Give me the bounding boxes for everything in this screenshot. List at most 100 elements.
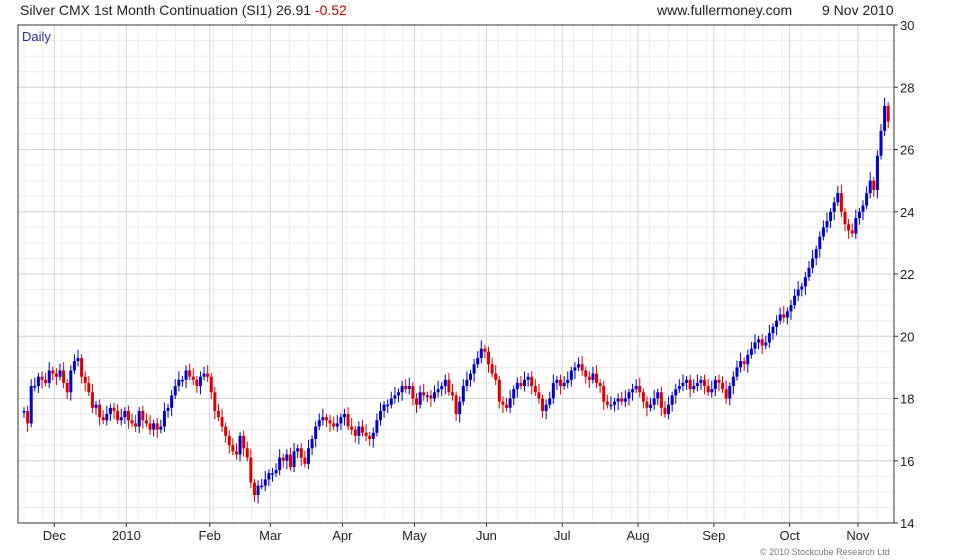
price-bar [36, 376, 40, 387]
price-bar [270, 473, 274, 475]
price-bar [65, 382, 69, 393]
price-bar [134, 423, 138, 427]
price-bar [278, 457, 282, 471]
price-bar [213, 392, 217, 411]
price-bar [811, 258, 815, 268]
price-bar [731, 376, 735, 387]
price-bar [634, 386, 638, 390]
price-bar [116, 410, 120, 421]
price-bar [342, 414, 346, 418]
price-chart: 14 16 18 20 22 24 26 28 30 Dec 2010 Feb Mar Apr May Ju… [17, 18, 914, 543]
price-bar [238, 435, 242, 455]
price-bar [458, 401, 462, 415]
price-bar [245, 448, 249, 458]
price-bar [476, 358, 480, 365]
price-bar [649, 404, 653, 408]
price-bar [872, 180, 876, 190]
price-bar [479, 348, 483, 359]
price-bar [306, 448, 310, 464]
price-bar [26, 410, 30, 424]
price-bar [314, 426, 318, 439]
price-bar [195, 379, 199, 387]
price-bar [670, 395, 674, 405]
price-bar [310, 438, 314, 449]
price-bar [487, 351, 491, 365]
price-bar [40, 376, 44, 380]
price-bar [346, 414, 350, 427]
price-bar [162, 410, 166, 427]
price-bar [879, 130, 883, 156]
price-bar [692, 386, 696, 390]
price-bar [598, 382, 602, 387]
price-bar [472, 364, 476, 374]
price-bar [83, 376, 87, 383]
price-bar [227, 435, 231, 446]
price-bar [285, 454, 289, 461]
price-bar [292, 451, 296, 467]
x-tick-label: Nov [846, 528, 870, 543]
price-bar [829, 211, 833, 222]
price-bar [303, 457, 307, 464]
price-bar [706, 386, 710, 393]
price-bar [717, 379, 721, 383]
price-bar [595, 373, 599, 383]
price-bar [767, 333, 771, 343]
price-bar [296, 448, 300, 452]
x-tick-label: Aug [626, 528, 649, 543]
price-bar [62, 370, 66, 383]
y-tick-label: 22 [900, 267, 914, 282]
price-bar [580, 364, 584, 371]
price-bar [123, 410, 127, 418]
price-bar [836, 193, 840, 203]
price-bar [357, 426, 361, 436]
price-bar [638, 386, 642, 393]
price-bar [883, 105, 887, 131]
price-bar [857, 211, 861, 218]
price-bar [198, 376, 202, 387]
price-bar [778, 314, 782, 321]
price-bar [814, 249, 818, 259]
price-bar [436, 389, 440, 393]
price-bar [152, 423, 156, 430]
price-bar [652, 398, 656, 405]
price-bar [159, 426, 163, 430]
price-bar [220, 417, 224, 427]
price-bar [234, 451, 238, 455]
price-bar [627, 392, 631, 399]
price-bar [224, 426, 228, 436]
price-bar [713, 379, 717, 390]
price-bar [461, 386, 465, 402]
price-bar [188, 370, 192, 377]
price-bar [317, 420, 321, 427]
price-bar [742, 361, 746, 365]
y-tick-label: 20 [900, 329, 914, 344]
price-bar [789, 305, 793, 312]
price-bar [72, 361, 76, 371]
price-bar [360, 426, 364, 433]
x-tick-label: Mar [259, 528, 282, 543]
price-bar [170, 395, 174, 408]
price-bar [494, 373, 498, 380]
price-bar [324, 417, 328, 421]
price-bar [407, 386, 411, 390]
price-bar [382, 404, 386, 411]
price-bar [847, 224, 851, 231]
price-bar [249, 457, 253, 483]
price-bar [757, 339, 761, 343]
price-bar [645, 401, 649, 408]
price-bar [533, 386, 537, 393]
price-bar [328, 420, 332, 424]
price-bar [681, 382, 685, 387]
price-bars [22, 97, 890, 504]
price-bar [429, 395, 433, 399]
x-tick-label: Sep [702, 528, 725, 543]
price-bar [555, 379, 559, 383]
price-bar [526, 376, 530, 380]
price-bar [440, 386, 444, 390]
price-bar [724, 389, 728, 399]
price-bar [404, 386, 408, 390]
price-bar [803, 277, 807, 287]
price-bar [396, 392, 400, 396]
price-bar [54, 373, 58, 377]
price-bar [126, 410, 130, 421]
